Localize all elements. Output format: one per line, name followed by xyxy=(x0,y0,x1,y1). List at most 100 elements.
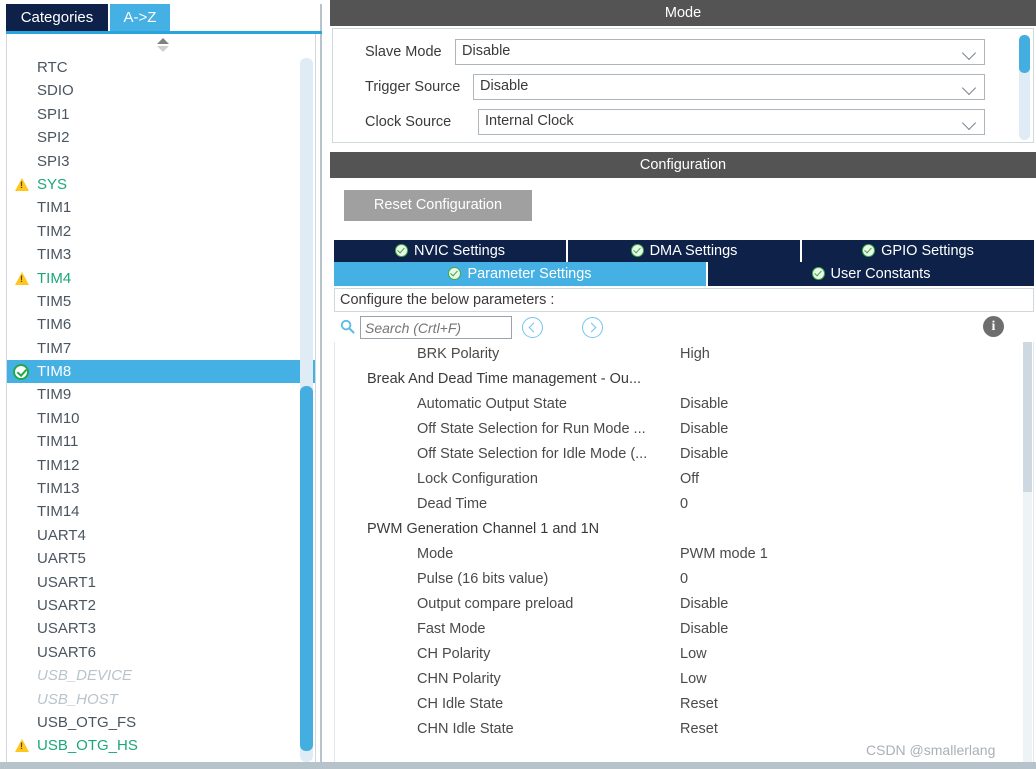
reset-configuration-button[interactable]: Reset Configuration xyxy=(344,190,532,221)
sidebar-item-tim10[interactable]: TIM10 xyxy=(7,407,315,430)
parameter-row[interactable]: CH Idle State Reset xyxy=(335,692,1033,717)
sidebar-item-usb_device: USB_DEVICE xyxy=(7,664,315,687)
tab-dma-settings-label: DMA Settings xyxy=(649,243,738,260)
parameter-value[interactable]: PWM mode 1 xyxy=(680,542,768,567)
parameter-list[interactable]: BRK Polarity High Break And Dead Time mana… xyxy=(334,342,1034,767)
sidebar-item-label: TIM13 xyxy=(37,480,80,498)
parameter-value[interactable]: 0 xyxy=(680,567,688,592)
check-badge-icon xyxy=(394,243,408,257)
parameter-row[interactable]: BRK Polarity High xyxy=(335,342,1033,367)
tab-gpio-settings-label: GPIO Settings xyxy=(881,243,974,260)
sidebar-scrollbar-thumb[interactable] xyxy=(300,386,313,751)
parameter-row[interactable]: Automatic Output State Disable xyxy=(335,392,1033,417)
parameter-value[interactable]: Disable xyxy=(680,617,728,642)
sidebar-item-tim12[interactable]: TIM12 xyxy=(7,454,315,477)
clock-source-select[interactable]: Internal Clock xyxy=(478,109,985,135)
tab-nvic-settings[interactable]: NVIC Settings xyxy=(334,240,566,262)
tab-categories[interactable]: Categories xyxy=(6,4,108,31)
parameter-row[interactable]: CHN Idle State Reset xyxy=(335,717,1033,742)
parameter-row[interactable]: Mode PWM mode 1 xyxy=(335,542,1033,567)
sidebar-item-tim5[interactable]: TIM5 xyxy=(7,290,315,313)
sidebar-item-usb_otg_fs[interactable]: USB_OTG_FS xyxy=(7,711,315,734)
parameter-group-row[interactable]: Break And Dead Time management - Ou... xyxy=(335,367,1033,392)
parameter-row[interactable]: Dead Time 0 xyxy=(335,492,1033,517)
tab-dma-settings[interactable]: DMA Settings xyxy=(568,240,800,262)
parameter-value[interactable]: Disable xyxy=(680,417,728,442)
sidebar-item-spi3[interactable]: SPI3 xyxy=(7,150,315,173)
sidebar-item-sdio[interactable]: SDIO xyxy=(7,79,315,102)
sidebar-item-usart2[interactable]: USART2 xyxy=(7,594,315,617)
parameter-row[interactable]: Output compare preload Disable xyxy=(335,592,1033,617)
parameter-row[interactable]: Off State Selection for Run Mode ... Disa… xyxy=(335,417,1033,442)
sidebar-item-uart5[interactable]: UART5 xyxy=(7,547,315,570)
info-icon[interactable] xyxy=(983,316,1004,337)
sidebar-item-uart4[interactable]: UART4 xyxy=(7,524,315,547)
sidebar-item-tim2[interactable]: TIM2 xyxy=(7,220,315,243)
parameter-row[interactable]: Fast Mode Disable xyxy=(335,617,1033,642)
slave-mode-label: Slave Mode xyxy=(365,44,442,60)
parameter-scrollbar-thumb[interactable] xyxy=(1023,342,1032,492)
parameter-value[interactable]: Low xyxy=(680,642,707,667)
tab-user-constants[interactable]: User Constants xyxy=(708,262,1034,286)
check-badge-icon xyxy=(811,266,825,280)
sidebar-item-usart1[interactable]: USART1 xyxy=(7,571,315,594)
parameter-row[interactable]: Off State Selection for Idle Mode (... Di… xyxy=(335,442,1033,467)
sidebar-item-tim3[interactable]: TIM3 xyxy=(7,243,315,266)
mode-scrollbar-thumb[interactable] xyxy=(1019,35,1030,73)
sidebar-item-rtc[interactable]: RTC xyxy=(7,56,315,79)
parameter-group-row[interactable]: PWM Generation Channel 1 and 1N xyxy=(335,517,1033,542)
tab-parameter-settings[interactable]: Parameter Settings xyxy=(334,262,706,286)
spinner-up-arrow xyxy=(157,38,169,44)
parameter-row[interactable]: CH Polarity Low xyxy=(335,642,1033,667)
sidebar-item-usart3[interactable]: USART3 xyxy=(7,617,315,640)
chevron-down-icon xyxy=(961,45,977,61)
parameter-value[interactable]: Disable xyxy=(680,392,728,417)
sidebar-item-usb_otg_hs[interactable]: USB_OTG_HS xyxy=(7,734,315,757)
search-input[interactable] xyxy=(360,316,512,339)
sidebar-item-spi1[interactable]: SPI1 xyxy=(7,103,315,126)
chevron-down-icon[interactable] xyxy=(347,374,357,384)
parameter-value[interactable]: 0 xyxy=(680,492,688,517)
warning-icon xyxy=(15,177,29,191)
sidebar-item-tim9[interactable]: TIM9 xyxy=(7,383,315,406)
parameter-row[interactable]: CHN Polarity Low xyxy=(335,667,1033,692)
sidebar-item-tim1[interactable]: TIM1 xyxy=(7,196,315,219)
sidebar-item-label: TIM14 xyxy=(37,503,80,521)
sidebar-item-tim6[interactable]: TIM6 xyxy=(7,313,315,336)
configuration-section-body: Reset Configuration NVIC Settings DMA Se… xyxy=(332,178,1034,767)
parameter-value[interactable]: Reset xyxy=(680,692,718,717)
sidebar-item-tim4[interactable]: TIM4 xyxy=(7,267,315,290)
sidebar-item-label: USART1 xyxy=(37,573,96,591)
spinner-down-arrow xyxy=(157,46,169,52)
configuration-pane: Mode Slave Mode Disable Trigger Source D… xyxy=(330,0,1036,769)
sidebar-item-label: TIM8 xyxy=(37,363,72,381)
search-next-button[interactable] xyxy=(582,317,603,338)
parameter-value[interactable]: Low xyxy=(680,667,707,692)
parameter-value[interactable]: Disable xyxy=(680,592,728,617)
chevron-down-icon[interactable] xyxy=(347,524,357,534)
parameter-value[interactable]: Disable xyxy=(680,442,728,467)
sort-spinner-icon[interactable] xyxy=(155,38,171,52)
tab-gpio-settings[interactable]: GPIO Settings xyxy=(802,240,1034,262)
tab-a-to-z[interactable]: A->Z xyxy=(110,4,170,31)
sidebar-item-tim8[interactable]: TIM8 xyxy=(7,360,315,384)
parameter-value[interactable]: Reset xyxy=(680,717,718,742)
sidebar-item-tim7[interactable]: TIM7 xyxy=(7,337,315,360)
mode-section-body: Slave Mode Disable Trigger Source Disabl… xyxy=(332,28,1034,143)
sidebar-item-tim13[interactable]: TIM13 xyxy=(7,477,315,500)
parameter-value[interactable]: High xyxy=(680,342,710,367)
sidebar-item-label: USB_HOST xyxy=(37,690,118,708)
sidebar-item-sys[interactable]: SYS xyxy=(7,173,315,196)
parameter-value[interactable]: Off xyxy=(680,467,699,492)
sidebar-item-usart6[interactable]: USART6 xyxy=(7,641,315,664)
search-previous-button[interactable] xyxy=(522,317,543,338)
trigger-source-select[interactable]: Disable xyxy=(473,74,985,100)
sidebar-item-tim14[interactable]: TIM14 xyxy=(7,500,315,523)
peripheral-list[interactable]: RTC SDIO SPI1 SPI2 SPI3 SYS TIM1 TIM2 TIM3 TIM4 TI… xyxy=(7,56,315,762)
sidebar-item-spi2[interactable]: SPI2 xyxy=(7,126,315,149)
sidebar-item-tim11[interactable]: TIM11 xyxy=(7,430,315,453)
slave-mode-select[interactable]: Disable xyxy=(455,39,985,65)
parameter-row[interactable]: Pulse (16 bits value) 0 xyxy=(335,567,1033,592)
parameter-row[interactable]: Lock Configuration Off xyxy=(335,467,1033,492)
check-badge-icon xyxy=(630,243,644,257)
